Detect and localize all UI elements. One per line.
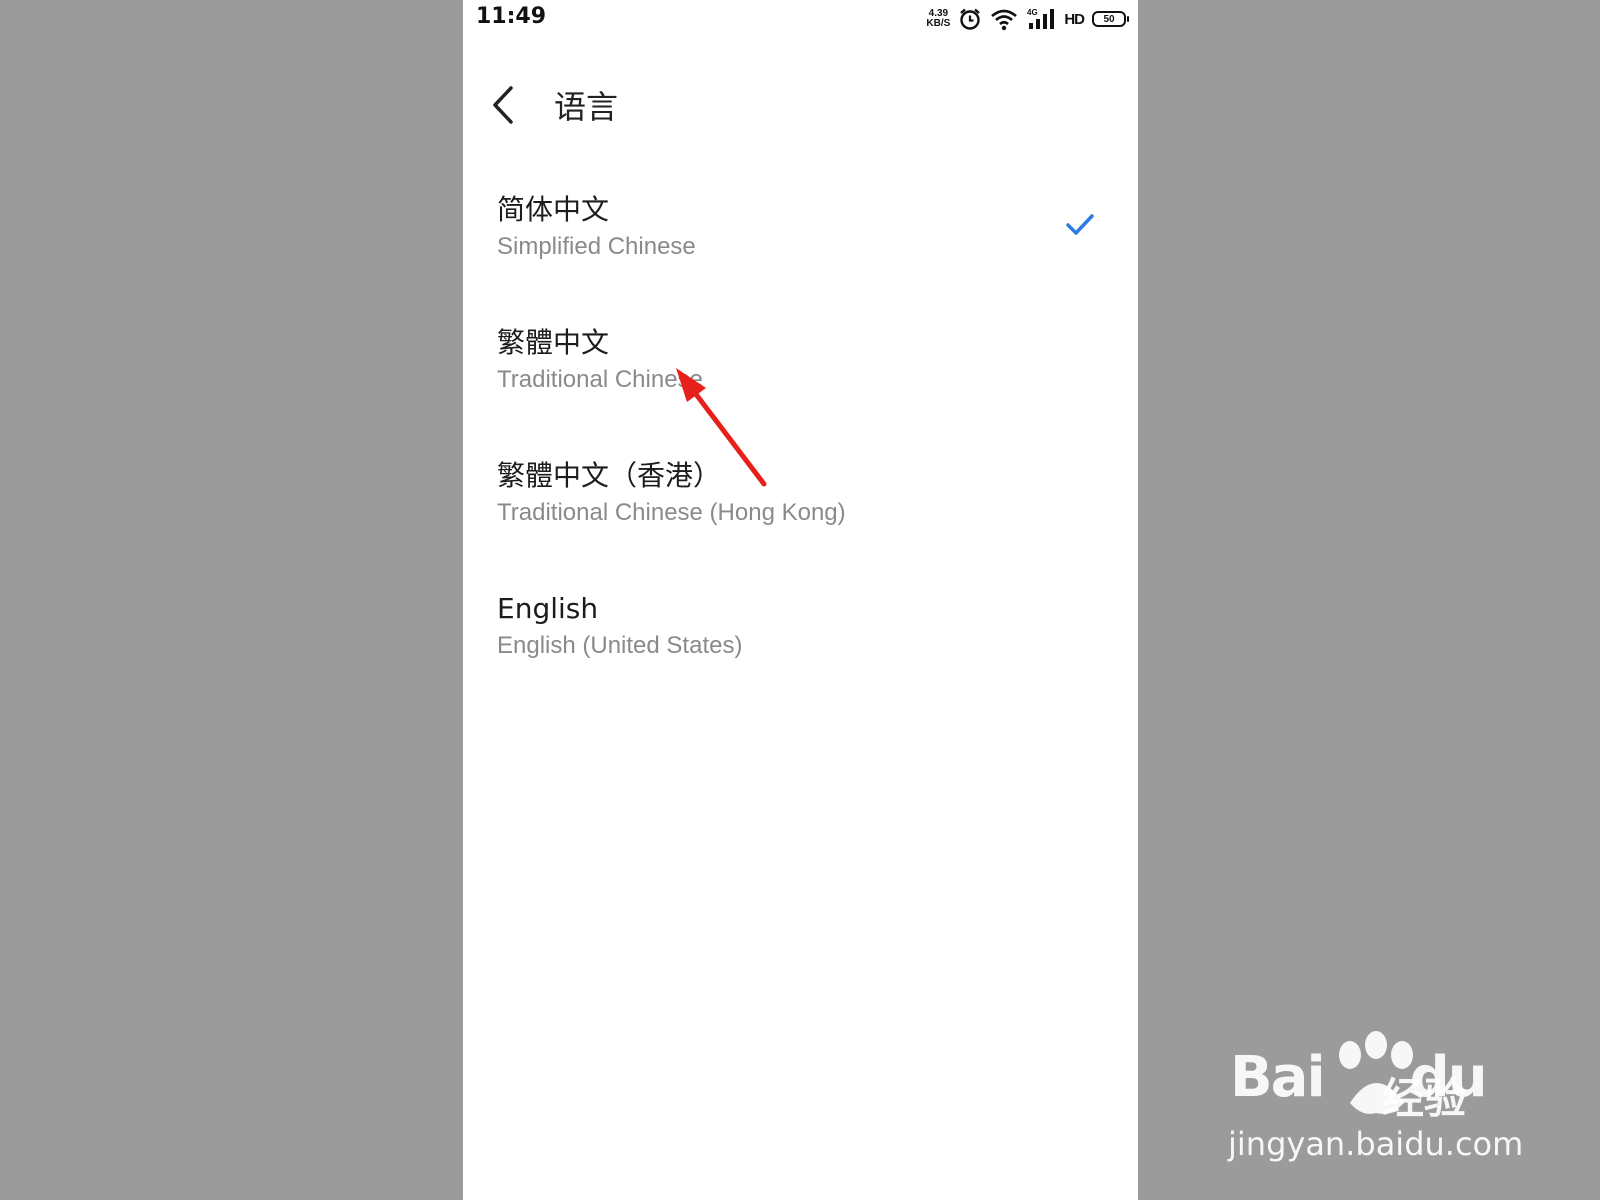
- language-secondary-label: English (United States): [497, 632, 743, 659]
- status-time: 11:49: [476, 4, 547, 29]
- battery-icon: 50: [1092, 11, 1129, 27]
- network-speed-unit: KB/S: [926, 18, 951, 29]
- back-button[interactable]: [485, 82, 525, 128]
- cellular-signal-icon: 4G: [1027, 8, 1055, 29]
- network-speed: 4.39 KB/S: [926, 9, 950, 29]
- language-primary-label: 繁體中文（香港）: [497, 459, 722, 492]
- status-bar: 11:49 4.39 KB/S 4G HD 50: [463, 0, 1138, 40]
- alarm-icon: [960, 8, 981, 30]
- screenshot-stage: 11:49 4.39 KB/S 4G HD 50 语言 简体中文 Simplif…: [0, 0, 1600, 1200]
- battery-level: 50: [1103, 13, 1115, 25]
- language-primary-label: 繁體中文: [497, 326, 610, 359]
- watermark-product: 经验: [1382, 1074, 1467, 1123]
- language-secondary-label: Traditional Chinese (Hong Kong): [497, 499, 846, 526]
- language-list: 简体中文 Simplified Chinese 繁體中文 Traditional…: [463, 160, 1138, 692]
- watermark-url: jingyan.baidu.com: [1228, 1125, 1524, 1163]
- hd-voice-icon: HD: [1064, 10, 1085, 28]
- baidu-jingyan-watermark: Bai du 经验 jingyan.baidu.com: [1220, 1025, 1524, 1175]
- language-item-traditional-chinese-hong-kong[interactable]: 繁體中文（香港） Traditional Chinese (Hong Kong): [463, 426, 1138, 559]
- page-header: 语言: [463, 70, 1138, 140]
- status-icons: 4.39 KB/S 4G HD 50: [926, 6, 1129, 32]
- language-item-simplified-chinese[interactable]: 简体中文 Simplified Chinese: [463, 160, 1138, 293]
- language-secondary-label: Traditional Chinese: [497, 366, 703, 393]
- phone-screen: 11:49 4.39 KB/S 4G HD 50 语言 简体中文 Simplif…: [463, 0, 1138, 1200]
- chevron-left-icon: [493, 86, 513, 124]
- language-primary-label: English: [497, 592, 599, 625]
- language-item-english[interactable]: English English (United States): [463, 559, 1138, 692]
- page-title: 语言: [554, 88, 619, 126]
- language-primary-label: 简体中文: [497, 193, 610, 226]
- language-secondary-label: Simplified Chinese: [497, 233, 696, 260]
- network-type-label: 4G: [1027, 8, 1038, 17]
- wifi-icon: [991, 9, 1018, 31]
- language-item-traditional-chinese[interactable]: 繁體中文 Traditional Chinese: [463, 293, 1138, 426]
- check-icon: [1066, 214, 1094, 235]
